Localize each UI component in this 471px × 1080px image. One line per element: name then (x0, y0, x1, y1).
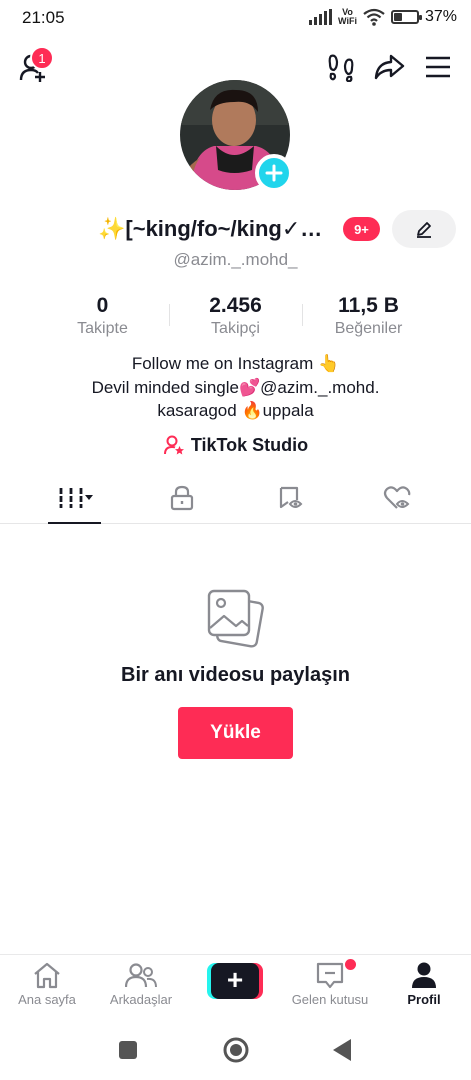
home-icon (34, 962, 60, 989)
tiktok-studio-link[interactable]: TikTok Studio (0, 434, 471, 456)
share-profile-button[interactable] (371, 50, 407, 84)
stat-label: Beğeniler (334, 320, 403, 337)
battery-icon (390, 10, 422, 24)
notification-badge: 1 (30, 46, 54, 70)
tab-reposts[interactable] (235, 472, 345, 524)
nav-label: Gelen kutusu (291, 992, 369, 1007)
menu-button[interactable] (421, 50, 455, 84)
bottom-navigation: Ana sayfa Arkadaşlar + Gelen kutusu Prof… (0, 954, 471, 1024)
create-button[interactable]: + (207, 963, 263, 999)
system-navigation (0, 1024, 471, 1080)
menu-icon (426, 56, 450, 78)
recents-icon[interactable] (118, 1040, 138, 1060)
footprints-button[interactable] (324, 50, 358, 84)
display-name-row: ✨[~king/fo~/king✓… (98, 212, 322, 246)
stat-likes[interactable]: 11,5 B Beğeniler (302, 294, 435, 344)
inbox-notification-dot (345, 959, 356, 970)
status-icons: Vo WiFi 37% (309, 8, 457, 26)
username: @azim._.mohd_ (173, 250, 298, 269)
vowifi-label: Vo WiFi (338, 7, 357, 26)
bio-line: Follow me on Instagram 👆 (131, 354, 340, 373)
studio-label: TikTok Studio (190, 434, 309, 455)
heart-hidden-icon (383, 486, 411, 509)
profile-stats: 0 Takipte 2.456 Takipçi 11,5 B Beğeniler (36, 294, 436, 344)
stat-value: 2.456 (209, 294, 262, 317)
bio-line: kasaragod 🔥uppala (157, 401, 314, 420)
wifi-icon (363, 8, 385, 26)
footprints-icon (328, 54, 354, 82)
nav-profile[interactable]: Profil (377, 961, 471, 1007)
status-time: 21:05 (22, 8, 65, 27)
empty-state-title: Bir anı videosu paylaşın (121, 664, 350, 686)
stat-label: Takipçi (211, 320, 260, 337)
studio-icon (163, 435, 184, 455)
signal-icon (309, 9, 333, 25)
photos-icon (206, 588, 264, 653)
nav-home[interactable]: Ana sayfa (0, 961, 94, 1007)
bio-line: Devil minded single💕@azim._.mohd. (91, 377, 380, 397)
lock-icon (170, 485, 194, 511)
share-icon (374, 54, 405, 80)
tab-liked[interactable] (342, 472, 452, 524)
count-badge[interactable]: 9+ (343, 217, 380, 241)
nav-label: Profil (407, 992, 441, 1007)
back-icon[interactable] (331, 1038, 353, 1062)
tab-private[interactable] (127, 472, 237, 524)
edit-profile-button[interactable] (392, 210, 456, 248)
stat-following[interactable]: 0 Takipte (36, 294, 169, 344)
repost-icon (279, 486, 303, 509)
nav-friends[interactable]: Arkadaşlar (94, 961, 188, 1007)
profile-icon (412, 962, 436, 988)
pencil-icon (417, 222, 431, 238)
stat-value: 11,5 B (338, 294, 399, 317)
active-tab-indicator (48, 522, 101, 524)
create-icon: + (211, 963, 259, 999)
grid-icon (59, 488, 93, 508)
home-button-icon[interactable] (222, 1036, 250, 1064)
nav-label: Arkadaşlar (109, 992, 173, 1007)
plus-icon (265, 164, 283, 182)
upload-button[interactable]: Yükle (178, 707, 293, 759)
stat-followers[interactable]: 2.456 Takipçi (169, 294, 302, 344)
stat-label: Takipte (77, 320, 128, 337)
display-name: ✨[~king/fo~/king✓… (98, 216, 323, 241)
battery-percent: 37% (424, 8, 457, 25)
nav-label: Ana sayfa (18, 992, 76, 1007)
nav-inbox[interactable]: Gelen kutusu (283, 961, 377, 1007)
tab-videos[interactable] (20, 472, 130, 524)
bio: Follow me on Instagram 👆 Devil minded si… (0, 352, 471, 423)
stat-value: 0 (96, 294, 109, 317)
add-avatar-button[interactable] (255, 154, 293, 192)
status-bar: 21:05 Vo WiFi 37% (0, 0, 471, 36)
content-tabs (0, 472, 471, 524)
friends-icon (125, 963, 157, 988)
inbox-icon (316, 962, 344, 989)
battery-fill (393, 13, 402, 21)
